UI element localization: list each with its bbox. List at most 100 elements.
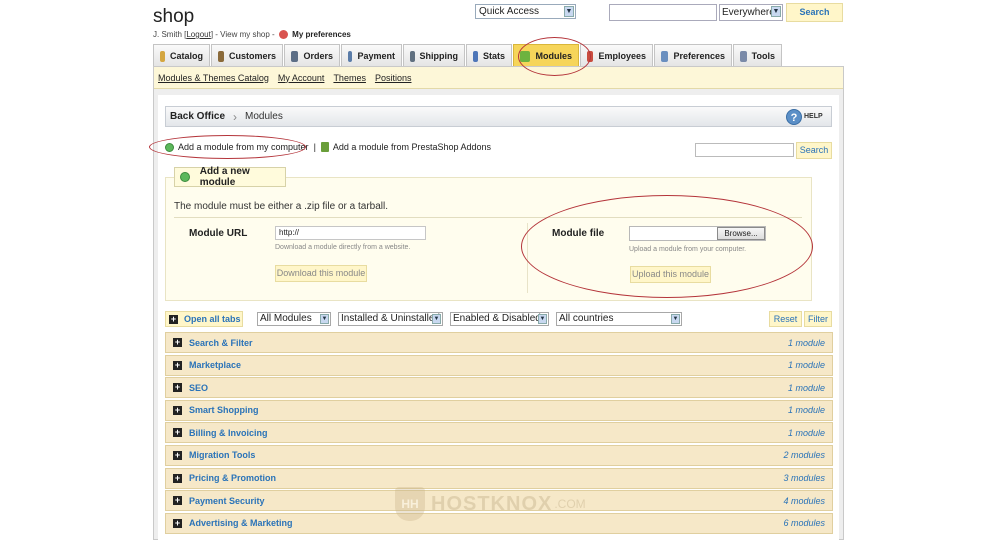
module-file-label: Module file [552, 228, 605, 239]
category-row[interactable]: + Billing & Invoicing 1 module [165, 422, 833, 444]
tab-tools[interactable]: Tools [733, 44, 782, 67]
category-row[interactable]: + SEO 1 module [165, 377, 833, 399]
search-scope-value: Everywhere [722, 7, 775, 18]
shop-title: shop [153, 6, 195, 27]
browse-button[interactable]: Browse... [717, 227, 765, 240]
view-shop-link[interactable]: View my shop [220, 30, 270, 39]
chevron-down-icon: ▼ [538, 314, 547, 324]
tab-label: Payment [357, 51, 395, 61]
tab-preferences[interactable]: Preferences [654, 44, 732, 67]
my-preferences-link[interactable]: My preferences [292, 30, 351, 39]
user-line: J. Smith [Logout] - View my shop - My pr… [153, 30, 351, 40]
module-type-select[interactable]: All Modules ▼ [257, 312, 331, 326]
quick-access-value: Quick Access [479, 6, 540, 17]
module-count: 1 module [787, 427, 825, 438]
module-url-input[interactable]: http:// [275, 226, 426, 240]
add-from-addons-link[interactable]: Add a module from PrestaShop Addons [333, 142, 491, 152]
addons-icon [320, 142, 329, 152]
add-icon [180, 172, 190, 182]
add-from-computer-link[interactable]: Add a module from my computer [178, 142, 309, 152]
category-name: Billing & Invoicing [189, 427, 268, 438]
plus-icon: + [173, 495, 182, 506]
tab-orders[interactable]: Orders [284, 44, 340, 67]
select-value: All Modules [260, 313, 312, 324]
subnav-positions[interactable]: Positions [375, 73, 412, 83]
module-file-hint: Upload a module from your computer. [629, 246, 747, 253]
stats-icon [473, 50, 478, 62]
install-status-select[interactable]: Installed & Uninstalled ▼ [338, 312, 443, 326]
chevron-down-icon: ▼ [671, 314, 680, 324]
country-select[interactable]: All countries ▼ [556, 312, 682, 326]
select-value: Enabled & Disabled [453, 313, 541, 324]
tab-label: Modules [535, 51, 572, 61]
category-name: Smart Shopping [189, 405, 259, 416]
filter-button[interactable]: Filter [804, 311, 832, 327]
watermark-suffix: .COM [554, 497, 586, 511]
tab-label: Preferences [673, 51, 725, 61]
customers-icon [218, 50, 224, 62]
category-row[interactable]: + Pricing & Promotion 3 modules [165, 467, 833, 489]
breadcrumb-root[interactable]: Back Office [170, 111, 225, 122]
search-scope-select[interactable]: Everywhere ▼ [719, 4, 783, 21]
tab-label: Stats [482, 51, 505, 61]
main-tabs: Catalog Customers Orders Payment Shippin… [153, 44, 782, 67]
tab-customers[interactable]: Customers [211, 44, 283, 67]
module-count: 1 module [787, 405, 825, 416]
tab-stats[interactable]: Stats [466, 44, 512, 67]
chevron-down-icon: ▼ [432, 314, 441, 324]
module-count: 1 module [787, 337, 825, 348]
payment-icon [348, 50, 353, 62]
tab-label: Employees [598, 51, 646, 61]
subnav-modules-themes-catalog[interactable]: Modules & Themes Catalog [158, 73, 269, 83]
tab-shipping[interactable]: Shipping [403, 44, 465, 67]
search-input[interactable] [609, 4, 717, 21]
orders-icon [291, 50, 299, 62]
tab-label: Shipping [419, 51, 459, 61]
chevron-right-icon: › [233, 109, 238, 124]
plus-icon: + [173, 404, 182, 415]
plus-icon: + [173, 337, 182, 347]
chevron-down-icon: ▼ [320, 314, 329, 324]
user-name: J. Smith [153, 30, 182, 39]
module-count: 1 module [787, 360, 825, 371]
logout-link[interactable]: Logout [186, 30, 210, 39]
module-count: 3 modules [783, 473, 825, 484]
preferences-icon [278, 30, 288, 40]
plus-icon: + [173, 427, 182, 438]
category-row[interactable]: + Smart Shopping 1 module [165, 399, 833, 421]
download-module-button[interactable]: Download this module [275, 265, 367, 282]
breadcrumb-current: Modules [245, 111, 283, 122]
quick-access-select[interactable]: Quick Access ▼ [475, 4, 576, 19]
category-name: Marketplace [189, 360, 242, 371]
module-url-hint: Download a module directly from a websit… [275, 244, 411, 251]
select-value: Installed & Uninstalled [341, 313, 440, 324]
wrench-icon [740, 50, 747, 62]
tab-employees[interactable]: Employees [580, 44, 653, 67]
module-search-input[interactable] [695, 143, 794, 157]
plus-icon: + [173, 382, 182, 393]
module-count: 4 modules [783, 495, 825, 506]
breadcrumb: Back Office › Modules [165, 106, 832, 127]
help-button[interactable]: ? HELP [786, 108, 823, 125]
module-count: 2 modules [783, 450, 825, 461]
divider: | [313, 142, 316, 152]
subnav-themes[interactable]: Themes [333, 73, 366, 83]
subnav-my-account[interactable]: My Account [278, 73, 325, 83]
tab-label: Orders [303, 51, 333, 61]
category-row[interactable]: + Migration Tools 2 modules [165, 444, 833, 466]
enabled-status-select[interactable]: Enabled & Disabled ▼ [450, 312, 549, 326]
preferences-tab-icon [661, 50, 669, 62]
watermark-text: HOSTKNOX [431, 492, 553, 515]
search-button[interactable]: Search [786, 3, 843, 22]
category-row[interactable]: + Search & Filter 1 module [165, 332, 833, 353]
tab-catalog[interactable]: Catalog [153, 44, 210, 67]
module-search-button[interactable]: Search [796, 142, 832, 159]
divider [174, 217, 802, 218]
tab-modules[interactable]: Modules [513, 44, 579, 67]
reset-button[interactable]: Reset [769, 311, 802, 327]
category-row[interactable]: + Marketplace 1 module [165, 354, 833, 376]
upload-module-button[interactable]: Upload this module [630, 266, 711, 283]
tab-label: Tools [751, 51, 775, 61]
open-all-tabs-button[interactable]: + Open all tabs [165, 311, 243, 327]
tab-payment[interactable]: Payment [341, 44, 402, 67]
